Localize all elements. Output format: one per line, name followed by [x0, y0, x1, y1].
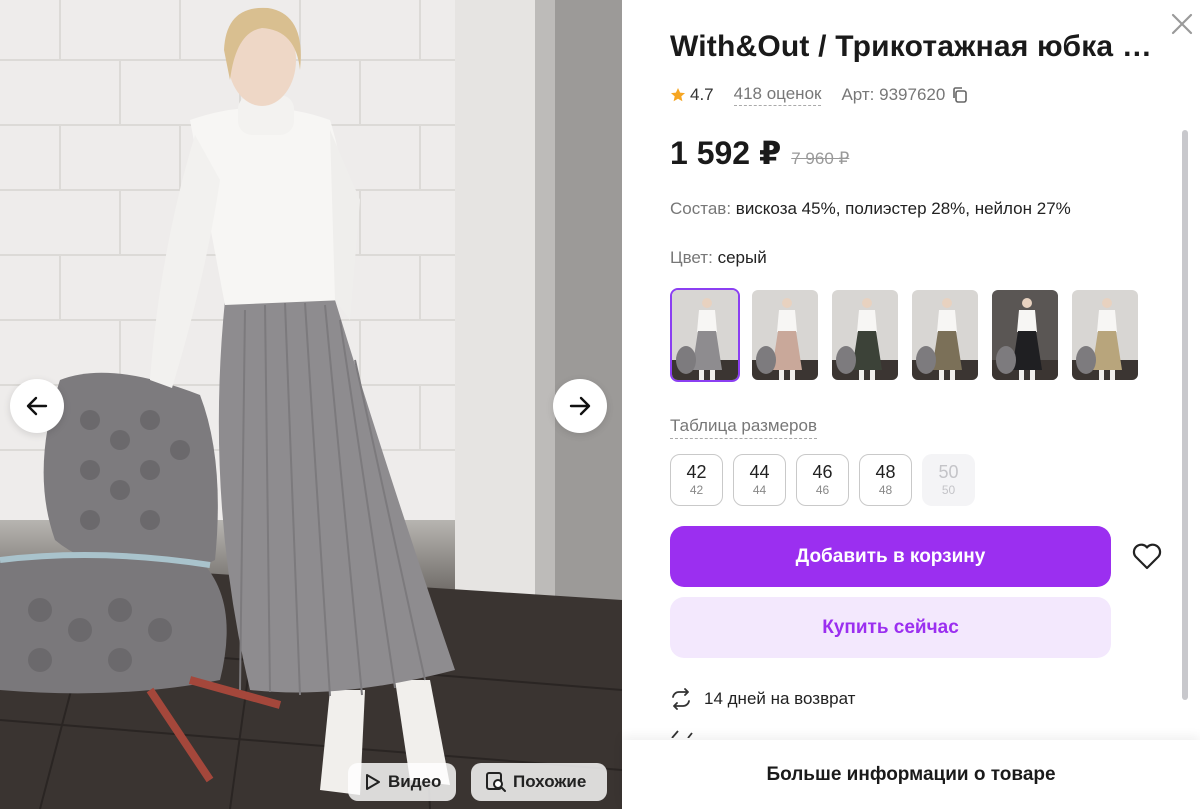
star-icon	[671, 88, 685, 102]
composition-label: Состав:	[670, 199, 732, 218]
reviews-link[interactable]: 418 оценок	[733, 84, 822, 106]
swatch-thumbnail	[912, 290, 978, 380]
size-sublabel: 46	[815, 483, 830, 497]
swatch-thumbnail	[1072, 290, 1138, 380]
color-swatch-grey[interactable]	[670, 288, 740, 382]
size-option-46[interactable]: 46 46	[796, 454, 849, 506]
similar-button-label: Похожие	[513, 772, 587, 791]
size-label: 44	[749, 462, 770, 482]
product-meta: 4.7 418 оценок Арт: 9397620	[670, 84, 969, 106]
color-swatch-sand[interactable]	[1070, 288, 1140, 382]
size-label: 42	[686, 462, 707, 482]
returns-text: 14 дней на возврат	[704, 689, 856, 708]
return-arrows-icon	[672, 688, 690, 710]
size-option-42[interactable]: 42 42	[670, 454, 723, 506]
video-button-label: Видео	[388, 772, 442, 791]
close-icon[interactable]	[1168, 10, 1196, 38]
size-option-48[interactable]: 48 48	[859, 454, 912, 506]
size-chart-link[interactable]: Таблица размеров	[670, 416, 817, 439]
composition-value: вискоза 45%, полиэстер 28%, нейлон 27%	[735, 199, 1071, 218]
color-swatches	[670, 288, 1140, 382]
similar-search-icon	[486, 772, 506, 792]
size-sublabel: 44	[752, 483, 767, 497]
delivery-icon	[671, 730, 693, 738]
color-value: серый	[717, 248, 767, 267]
color-info: Цвет: серый	[670, 248, 767, 268]
similar-button[interactable]: Похожие	[471, 763, 607, 801]
product-photo[interactable]: Видео Похожие	[0, 0, 622, 809]
size-sublabel: 50	[941, 483, 956, 497]
size-sublabel: 42	[689, 483, 704, 497]
article-text: Арт: 9397620	[841, 85, 946, 104]
price-row: 1 592 ₽ 7 960 ₽	[670, 134, 849, 172]
play-icon	[366, 774, 380, 790]
buy-now-button[interactable]: Купить сейчас	[670, 597, 1111, 658]
panel-scrollbar[interactable]	[1182, 130, 1188, 700]
arrow-left-icon	[26, 396, 48, 416]
heart-icon[interactable]	[1131, 541, 1163, 571]
returns-info: 14 дней на возврат	[670, 688, 855, 710]
arrow-right-icon	[569, 396, 591, 416]
old-price: 7 960 ₽	[791, 149, 850, 168]
product-image	[0, 0, 622, 809]
next-image-button[interactable]	[553, 379, 607, 433]
copy-icon[interactable]	[951, 86, 969, 104]
rating-value: 4.7	[690, 85, 714, 104]
size-label: 48	[875, 462, 896, 482]
article-number: Арт: 9397620	[841, 85, 969, 105]
product-details-panel: With&Out / Трикотажная юбка трикотажная …	[622, 0, 1200, 809]
previous-image-button[interactable]	[10, 379, 64, 433]
color-swatch-beige-pink[interactable]	[750, 288, 820, 382]
size-option-44[interactable]: 44 44	[733, 454, 786, 506]
size-label: 50	[938, 462, 959, 482]
size-sublabel: 48	[878, 483, 893, 497]
color-swatch-olive[interactable]	[910, 288, 980, 382]
swatch-thumbnail	[752, 290, 818, 380]
size-options: 42 42 44 44 46 46 48 48 50 50	[670, 454, 975, 506]
size-option-50[interactable]: 50 50	[922, 454, 975, 506]
video-button[interactable]: Видео	[348, 763, 456, 801]
swatch-thumbnail	[672, 290, 738, 380]
swatch-thumbnail	[832, 290, 898, 380]
color-swatch-dark-green[interactable]	[830, 288, 900, 382]
current-price: 1 592 ₽	[670, 135, 782, 171]
color-swatch-black[interactable]	[990, 288, 1060, 382]
swatch-thumbnail	[992, 290, 1058, 380]
composition: Состав: вискоза 45%, полиэстер 28%, нейл…	[670, 199, 1071, 219]
add-to-cart-button[interactable]: Добавить в корзину	[670, 526, 1111, 587]
more-info-button[interactable]: Больше информации о товаре	[622, 740, 1200, 809]
size-label: 46	[812, 462, 833, 482]
product-title: With&Out / Трикотажная юбка трикотажная	[670, 30, 1160, 63]
color-label: Цвет:	[670, 248, 713, 267]
